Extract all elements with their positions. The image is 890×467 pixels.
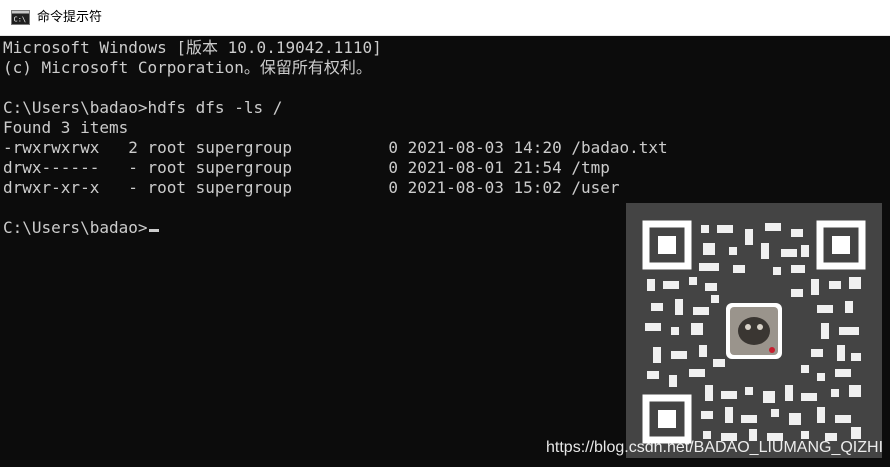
console-line: drwx------ - root supergroup 0 2021-08-0…: [3, 158, 610, 177]
console-line: drwxr-xr-x - root supergroup 0 2021-08-0…: [3, 178, 620, 197]
console-line: -rwxrwxrwx 2 root supergroup 0 2021-08-0…: [3, 138, 668, 157]
console-line: C:\Users\badao>hdfs dfs -ls /: [3, 98, 283, 117]
cmd-icon: C:\: [11, 10, 30, 25]
window-title: 命令提示符: [37, 10, 103, 25]
svg-text:C:\: C:\: [14, 16, 27, 24]
qr-code-icon: [642, 220, 866, 444]
console-line: (c) Microsoft Corporation。保留所有权利。: [3, 58, 372, 77]
prompt-text: C:\Users\badao>: [3, 218, 148, 237]
text-cursor: [148, 229, 159, 232]
command-prompt-window: C:\ 命令提示符 Microsoft Windows [版本 10.0.190…: [0, 0, 890, 467]
watermark-url: https://blog.csdn.net/BADAO_LIUMANG_QIZH…: [546, 439, 884, 456]
title-bar[interactable]: C:\ 命令提示符: [0, 0, 890, 36]
console-line: Microsoft Windows [版本 10.0.19042.1110]: [3, 38, 382, 57]
console-line: Found 3 items: [3, 118, 129, 137]
